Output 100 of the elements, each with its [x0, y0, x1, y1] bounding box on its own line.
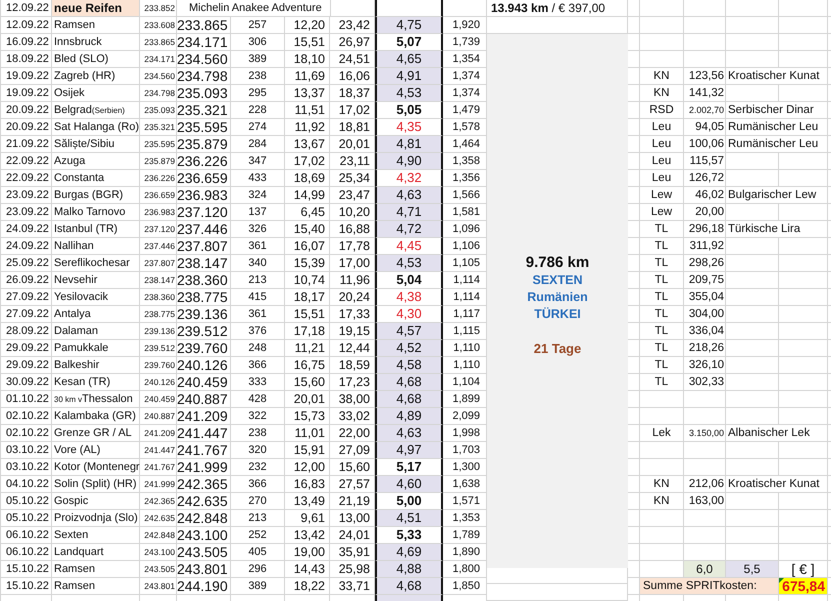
currency-amount-cell: 298,26 [684, 255, 726, 272]
odometer-start-cell: 234.560 [140, 68, 177, 85]
distance-cell: 347 [231, 153, 285, 170]
odometer-start-cell: 235.321 [140, 119, 177, 136]
liters-cell: 11,01 [285, 425, 330, 442]
empty-cell [684, 0, 726, 17]
place-cell: Landquart [52, 544, 140, 561]
empty-cell [726, 0, 779, 17]
odometer-start-cell: 238.775 [140, 306, 177, 323]
currency-amount-cell: 311,92 [684, 238, 726, 255]
date-cell: 26.09.22 [0, 272, 52, 289]
consumption-cell: 4,53 [375, 255, 443, 272]
odometer-start-cell: 242.848 [140, 527, 177, 544]
date-cell: 12.09.22 [0, 17, 52, 34]
date-cell: 25.09.22 [0, 255, 52, 272]
place-cell: Bled (SLO) [52, 51, 140, 68]
place-cell: Solin (Split) (HR) [52, 476, 140, 493]
liters-cell: 13,67 [285, 136, 330, 153]
date-cell: 03.10.22 [0, 459, 52, 476]
currency-code-cell: TL [640, 340, 684, 357]
liters-cell: 9,61 [285, 510, 330, 527]
distance-cell: 213 [231, 272, 285, 289]
empty-cell [640, 544, 684, 561]
liters-cell: 15,51 [285, 306, 330, 323]
consumption-cell: 4,53 [375, 85, 443, 102]
date-cell: 29.09.22 [0, 340, 52, 357]
date-cell: 22.09.22 [0, 153, 52, 170]
place-cell: 30 km vThessalon [52, 391, 140, 408]
odometer-cell: 235.321 [177, 102, 231, 119]
odometer-cell: 244.190 [177, 578, 231, 595]
liters-cell: 17,18 [285, 323, 330, 340]
odometer-start-cell: 235.879 [140, 153, 177, 170]
total-distance-cost: 13.943 km / € 397,00 [487, 0, 628, 17]
currency-code-cell: Leu [640, 153, 684, 170]
date-cell: 19.09.22 [0, 68, 52, 85]
currency-name-cell: Bulgarischer Lew [726, 187, 828, 204]
date-cell: 06.10.22 [0, 527, 52, 544]
currency-amount-cell: 209,75 [684, 272, 726, 289]
liters-cell: 11,92 [285, 119, 330, 136]
date-cell: 30.09.22 [0, 374, 52, 391]
price-cell: 1,850 [443, 578, 487, 595]
consumption-cell: 4,57 [375, 323, 443, 340]
date-cell: 27.09.22 [0, 306, 52, 323]
liters-cell: 11,69 [285, 68, 330, 85]
consumption-cell: 4,38 [375, 289, 443, 306]
currency-amount-cell: 2.002,70 [684, 102, 726, 119]
empty-cell [726, 289, 779, 306]
consumption-cell: 4,90 [375, 153, 443, 170]
destination-label: TÜRKEI [534, 306, 581, 323]
liters-cell: 16,75 [285, 357, 330, 374]
currency-amount-cell: 141,32 [684, 85, 726, 102]
empty-cell [779, 289, 828, 306]
odometer-cell: 234.560 [177, 51, 231, 68]
consumption-cell: 4,81 [375, 136, 443, 153]
empty-cell [779, 544, 828, 561]
liters-cell: 16,83 [285, 476, 330, 493]
distance-cell: 270 [231, 493, 285, 510]
date-cell: 18.09.22 [0, 51, 52, 68]
empty-cell [628, 476, 640, 493]
empty-cell [726, 51, 779, 68]
empty-cell [779, 153, 828, 170]
odometer-cell: 238.360 [177, 272, 231, 289]
empty-cell [628, 408, 640, 425]
date-cell: 28.09.22 [0, 323, 52, 340]
distance-cell: 361 [231, 306, 285, 323]
consumption-cell: 4,71 [375, 204, 443, 221]
odometer-start-cell: 243.100 [140, 544, 177, 561]
odometer-cell: 242.848 [177, 510, 231, 527]
place-cell: Grenze GR / AL [52, 425, 140, 442]
distance-cell: 389 [231, 578, 285, 595]
empty-cell [779, 510, 828, 527]
date-cell: 20.09.22 [0, 102, 52, 119]
place-cell: Nevsehir [52, 272, 140, 289]
liters-cell: 14,99 [285, 187, 330, 204]
empty-cell [726, 408, 779, 425]
consumption-cell: 4,68 [375, 578, 443, 595]
liters-cell: 20,01 [285, 391, 330, 408]
date-cell: 04.10.22 [0, 476, 52, 493]
liters-cell: 13,37 [285, 85, 330, 102]
odometer-start-cell: 241.999 [140, 476, 177, 493]
odometer-start-cell: 234.798 [140, 85, 177, 102]
empty-cell [628, 255, 640, 272]
currency-name-cell: Kroatischer Kunat [726, 68, 828, 85]
empty-cell [628, 493, 640, 510]
place-cell: Azuga [52, 153, 140, 170]
currency-code-cell: KN [640, 493, 684, 510]
odometer-cell: 236.983 [177, 187, 231, 204]
distance-cell: 257 [231, 17, 285, 34]
place-cell: Zagreb (HR) [52, 68, 140, 85]
currency-code-cell: TL [640, 272, 684, 289]
currency-code-cell: RSD [640, 102, 684, 119]
currency-code-cell: KN [640, 476, 684, 493]
odometer-cell: 235.879 [177, 136, 231, 153]
empty-cell [726, 493, 779, 510]
distance-cell: 366 [231, 476, 285, 493]
currency-amount-cell: 46,02 [684, 187, 726, 204]
place-cell: Sexten [52, 527, 140, 544]
date-cell: 03.10.22 [0, 442, 52, 459]
consumption-cell: 4,91 [375, 68, 443, 85]
odometer-start-cell: 236.983 [140, 204, 177, 221]
